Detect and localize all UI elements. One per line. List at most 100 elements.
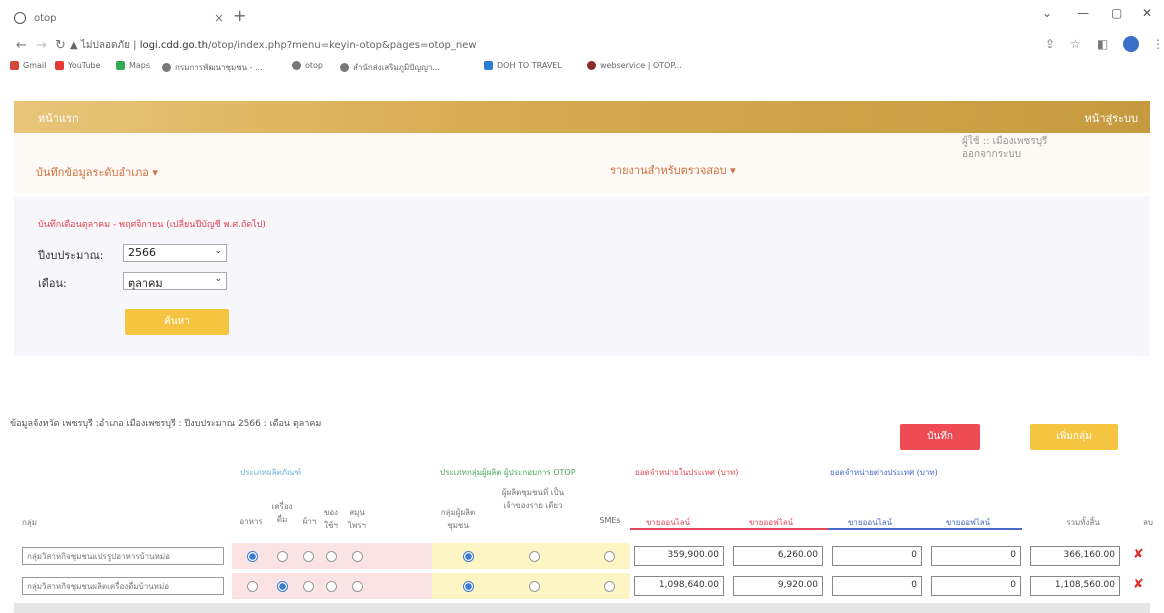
browser-tabbar: otop × + ⌄ — ▢ ✕ — [0, 0, 1164, 34]
domestic-underline — [630, 528, 828, 530]
site-header: หน้าแรก หน้าสู่ระบบ — [14, 101, 1150, 133]
gmail-icon — [10, 61, 19, 70]
search-button[interactable]: ค้นหา — [125, 309, 229, 335]
bookmark-otop[interactable]: otop — [292, 61, 323, 70]
dom-online-input[interactable]: 359,900.00 — [634, 546, 724, 566]
radio-smes[interactable] — [604, 581, 615, 592]
share-icon[interactable]: ⇪ — [1045, 37, 1055, 51]
bookmark-cdd[interactable]: กรมการพัฒนาชุมชน - ... — [162, 61, 263, 74]
month-label: เดือน: — [38, 277, 67, 290]
radio-cloth[interactable] — [303, 551, 314, 562]
bookmark-youtube[interactable]: YouTube — [55, 61, 101, 70]
total-input: 366,160.00 — [1030, 546, 1120, 566]
bookmark-wisdom[interactable]: สำนักส่งเสริมภูมิปัญญา... — [340, 61, 440, 74]
radio-community[interactable] — [463, 581, 474, 592]
total-input: 1,108,560.00 — [1030, 576, 1120, 596]
delete-icon[interactable]: ✘ — [1133, 547, 1144, 562]
col-community: กลุ่มผู้ผลิต ชุมชน — [440, 508, 476, 530]
globe-icon — [292, 61, 301, 70]
back-icon[interactable]: ← — [16, 38, 27, 53]
new-tab-icon[interactable]: + — [233, 6, 246, 25]
url-field[interactable]: ▲ ไม่ปลอดภัย | logi.cdd.go.th/otop/index… — [70, 38, 477, 53]
radio-smes[interactable] — [604, 551, 615, 562]
webservice-icon — [587, 61, 596, 70]
exp-offline-input[interactable]: 0 — [931, 576, 1021, 596]
url-host: logi.cdd.go.th — [139, 40, 208, 51]
bookmark-maps[interactable]: Maps — [116, 61, 150, 70]
chevron-down-icon: ⌄ — [214, 274, 222, 284]
month-value: ตุลาคม — [128, 277, 163, 290]
bookmarks-bar: Gmail YouTube Maps กรมการพัฒนาชุมชน - ..… — [0, 58, 1164, 76]
radio-single[interactable] — [529, 581, 540, 592]
col-total: รวมทั้งสิ้น — [1066, 518, 1100, 527]
bookmark-webservice[interactable]: webservice | OTOP... — [587, 61, 682, 70]
export-sales-header: ยอดจำหน่ายต่างประเทศ (บาท) — [830, 468, 938, 477]
filter-title: บันทึกเดือนตุลาคม - พฤศจิกายน (เปลี่ยนปี… — [38, 220, 266, 230]
restore-icon[interactable]: ▢ — [1111, 6, 1122, 20]
dom-offline-input[interactable]: 9,920.00 — [733, 576, 823, 596]
profile-avatar[interactable] — [1123, 36, 1139, 52]
reload-icon[interactable]: ↻ — [55, 38, 66, 53]
minimize-icon[interactable]: — — [1077, 6, 1089, 20]
tab-title: otop — [34, 12, 57, 24]
warning-icon: ▲ — [70, 40, 78, 51]
menu-dots-icon[interactable]: ⋮ — [1152, 37, 1164, 51]
dom-online-input[interactable]: 1,098,640.00 — [634, 576, 724, 596]
youtube-icon — [55, 61, 64, 70]
forward-icon[interactable]: → — [36, 38, 47, 53]
user-info: ผู้ใช้ :: เมืองเพชรบุรี ออกจากระบบ — [962, 135, 1047, 161]
logout-link[interactable]: ออกจากระบบ — [962, 148, 1047, 161]
tab-list-icon[interactable]: ⌄ — [1042, 6, 1052, 20]
exp-offline-input[interactable]: 0 — [931, 546, 1021, 566]
login-link[interactable]: หน้าสู่ระบบ — [1085, 109, 1138, 127]
radio-drink[interactable] — [277, 551, 288, 562]
radio-utensil[interactable] — [326, 551, 337, 562]
home-link[interactable]: หน้าแรก — [38, 109, 79, 127]
add-group-button[interactable]: เพิ่มกลุ่ม — [1030, 424, 1118, 450]
radio-herb[interactable] — [352, 581, 363, 592]
doh-icon — [484, 61, 493, 70]
filter-panel: บันทึกเดือนตุลาคม - พฤศจิกายน (เปลี่ยนปี… — [14, 196, 1150, 356]
export-underline — [828, 528, 1022, 530]
radio-food[interactable] — [247, 581, 258, 592]
horizontal-scrollbar[interactable] — [14, 603, 1150, 613]
radio-herb[interactable] — [352, 551, 363, 562]
bookmark-gmail[interactable]: Gmail — [10, 61, 46, 70]
col-group: กลุ่ม — [22, 518, 38, 527]
col-delete: ลบ — [1143, 518, 1153, 527]
radio-cloth[interactable] — [303, 581, 314, 592]
info-line: ข้อมูลจังหวัด เพชรบุรี :อำเภอ เมืองเพชรบ… — [10, 419, 322, 429]
col-herb: สมุน ไพรฯ — [347, 508, 367, 530]
exp-online-input[interactable]: 0 — [832, 546, 922, 566]
bookmark-doh[interactable]: DOH TO TRAVEL — [484, 61, 562, 70]
browser-tab[interactable]: otop × — [14, 6, 224, 30]
report-menu[interactable]: รายงานสำหรับตรวจสอบ ▾ — [610, 161, 736, 179]
year-label: ปีงบประมาณ: — [38, 249, 104, 262]
group-name-input[interactable]: กลุ่มวิสาหกิจชุมชนแปรรูปอาหารบ้านหม่อ — [22, 547, 224, 565]
radio-drink[interactable] — [277, 581, 288, 592]
star-icon[interactable]: ☆ — [1070, 37, 1081, 51]
maps-icon — [116, 61, 125, 70]
exp-online-input[interactable]: 0 — [832, 576, 922, 596]
chevron-down-icon: ⌄ — [214, 246, 222, 256]
globe-icon — [340, 63, 349, 72]
col-food: อาหาร — [239, 517, 263, 526]
close-tab-icon[interactable]: × — [214, 11, 224, 25]
group-name-input[interactable]: กลุ่มวิสาหกิจชุมชนผลิตเครื่องดื่มบ้านหม่… — [22, 577, 224, 595]
menu-bar: บันทึกข้อมูลระดับอำเภอ ▾ รายงานสำหรับตรว… — [14, 133, 1150, 193]
col-single: ผู้ผลิตชุมชนที่ เป็นเจ้าของราย เดียว — [501, 488, 565, 510]
sidepanel-icon[interactable]: ◧ — [1097, 37, 1108, 51]
close-window-icon[interactable]: ✕ — [1142, 6, 1152, 20]
save-button[interactable]: บันทึก — [900, 424, 980, 450]
record-menu[interactable]: บันทึกข้อมูลระดับอำเภอ ▾ — [36, 163, 158, 181]
delete-icon[interactable]: ✘ — [1133, 577, 1144, 592]
radio-utensil[interactable] — [326, 581, 337, 592]
year-select[interactable]: 2566 ⌄ — [123, 244, 227, 262]
month-select[interactable]: ตุลาคม ⌄ — [123, 272, 227, 290]
year-value: 2566 — [128, 246, 156, 259]
radio-single[interactable] — [529, 551, 540, 562]
dom-offline-input[interactable]: 6,260.00 — [733, 546, 823, 566]
radio-community[interactable] — [463, 551, 474, 562]
col-smes: SMEs — [599, 516, 621, 525]
radio-food[interactable] — [247, 551, 258, 562]
